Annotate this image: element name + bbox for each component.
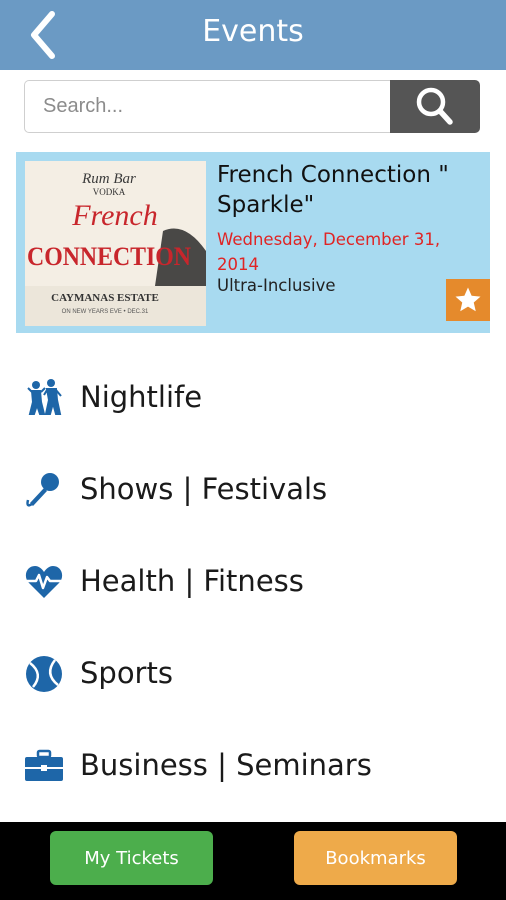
- category-business-seminars[interactable]: Business | Seminars: [0, 726, 506, 806]
- category-label: Sports: [80, 656, 173, 690]
- event-poster-image: Rum Bar VODKA French CONNECTION CAYMANAS…: [25, 161, 206, 326]
- heartbeat-icon: [25, 566, 63, 598]
- category-label: Health | Fitness: [80, 564, 304, 598]
- poster-venue: CAYMANAS ESTATE: [51, 292, 159, 304]
- category-nightlife[interactable]: Nightlife: [0, 358, 506, 438]
- search-bar: [24, 80, 480, 133]
- poster-sub: ON NEW YEARS EVE • DEC.31: [62, 309, 149, 315]
- my-tickets-button[interactable]: My Tickets: [50, 831, 213, 885]
- app-header: Events: [0, 0, 506, 70]
- dancers-icon: [27, 379, 62, 415]
- category-health-fitness[interactable]: Health | Fitness: [0, 542, 506, 622]
- category-label: Shows | Festivals: [80, 472, 328, 506]
- bottom-toolbar: My Tickets Bookmarks: [0, 822, 506, 900]
- poster-line1: French: [71, 199, 158, 232]
- category-sports[interactable]: Sports: [0, 634, 506, 714]
- bookmarks-button[interactable]: Bookmarks: [294, 831, 457, 885]
- search-input[interactable]: [24, 80, 390, 133]
- event-type: Ultra-Inclusive: [217, 276, 336, 295]
- search-icon: [416, 87, 453, 125]
- microphone-icon: [26, 473, 59, 507]
- category-shows-festivals[interactable]: Shows | Festivals: [0, 450, 506, 530]
- poster-brand2: VODKA: [93, 187, 126, 197]
- page-title: Events: [202, 14, 304, 49]
- star-icon: [455, 287, 481, 312]
- search-button[interactable]: [390, 80, 480, 133]
- poster-line2: CONNECTION: [27, 242, 191, 271]
- briefcase-icon: [25, 749, 63, 781]
- category-label: Business | Seminars: [80, 748, 372, 782]
- poster-brand: Rum Bar: [81, 171, 136, 187]
- featured-event-card[interactable]: Rum Bar VODKA French CONNECTION CAYMANAS…: [16, 152, 490, 333]
- tennis-ball-icon: [26, 656, 62, 692]
- bookmark-star-button[interactable]: [446, 279, 490, 321]
- category-label: Nightlife: [80, 380, 203, 414]
- event-title: French Connection " Sparkle": [217, 162, 449, 218]
- event-date: Wednesday, December 31, 2014: [217, 230, 441, 274]
